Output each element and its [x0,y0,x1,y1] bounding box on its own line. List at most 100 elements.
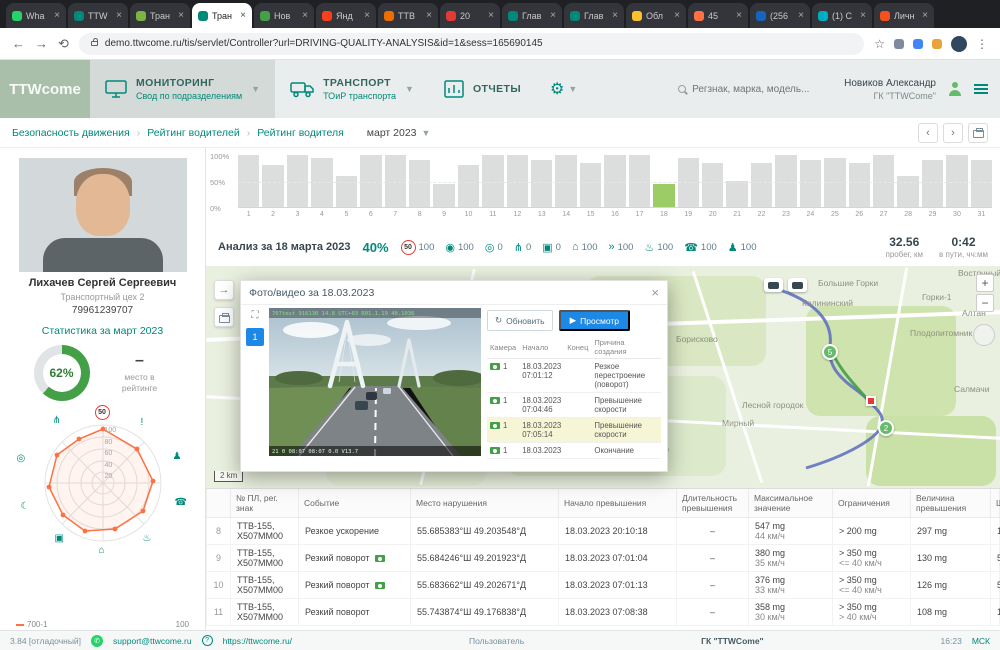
site-link[interactable]: https://ttwcome.ru/ [223,636,292,646]
chart-bar[interactable] [311,156,332,207]
media-row[interactable]: 118.03.202307:04:46Превышение скорости [487,393,661,418]
media-row[interactable]: 118.03.2023Окончание [487,443,661,459]
chart-bar[interactable] [726,156,747,207]
tab-close-icon[interactable]: × [922,10,928,21]
browser-tab[interactable]: Глав× [502,3,562,28]
search-input[interactable] [692,84,832,95]
chart-bar[interactable] [824,156,845,207]
browser-tab[interactable]: Янд× [316,3,376,28]
chart-bar[interactable] [702,156,723,207]
map-print-button[interactable] [214,307,234,327]
media-row[interactable]: 118.03.202307:01:12Резкое перестроение (… [487,359,661,393]
nav-transport[interactable]: ТРАНСПОРТ ТОиР транспорта ▼ [275,60,429,118]
tab-close-icon[interactable]: × [550,10,556,21]
map-expand-button[interactable]: → [214,280,234,300]
violation-row[interactable]: 8ТТВ-155,Х507ММ00Резкое ускорение55.6853… [207,518,1000,545]
violation-marker[interactable] [866,396,876,406]
map-layers-button[interactable] [973,324,995,346]
browser-tab[interactable]: Обл× [626,3,686,28]
browser-tab[interactable]: Глав× [564,3,624,28]
fullscreen-icon[interactable]: ⛶ [252,310,259,321]
driver-phone[interactable]: 79961239707 [0,305,205,316]
chart-bar[interactable] [555,156,576,207]
bookmark-star-icon[interactable]: ☆ [874,37,885,51]
profile-avatar[interactable] [951,36,967,52]
violation-row[interactable]: 10ТТВ-155,Х507ММ00Резкий поворот55.68366… [207,572,1000,599]
chart-bar[interactable] [385,156,406,207]
chart-bar[interactable] [360,156,381,207]
tab-close-icon[interactable]: × [488,10,494,21]
chart-bar[interactable] [458,156,479,207]
chart-bar[interactable] [751,156,772,207]
nav-reports[interactable]: ОТЧЕТЫ [429,60,536,118]
browser-tab[interactable]: ТТВ× [378,3,438,28]
chart-bar[interactable] [873,156,894,207]
chart-bar[interactable] [238,156,259,207]
close-icon[interactable]: × [651,285,659,300]
chart-bar[interactable] [775,156,796,207]
vehicle-marker[interactable] [788,278,807,292]
tab-close-icon[interactable]: × [54,10,60,21]
zoom-in-button[interactable]: + [976,274,994,292]
tab-close-icon[interactable]: × [426,10,432,21]
chart-bar[interactable] [287,156,308,207]
user-info[interactable]: Новиков Александр ГК "TTWCome" [844,78,936,101]
reload-button[interactable]: ⟲ [58,36,69,52]
extension-icon[interactable] [913,39,923,49]
tab-close-icon[interactable]: × [240,10,246,21]
chart-bar[interactable] [433,156,454,207]
vehicle-search[interactable] [678,84,832,95]
chart-bar[interactable] [946,156,967,207]
view-button[interactable]: ▶ Просмотр [559,310,630,331]
chart-bar[interactable] [409,156,430,207]
refresh-button[interactable]: ↻ Обновить [487,310,553,331]
chart-bar[interactable] [653,156,674,207]
browser-tab[interactable]: TTW× [68,3,128,28]
tab-close-icon[interactable]: × [736,10,742,21]
breadcrumb-drivers-rating[interactable]: Рейтинг водителей [147,127,240,139]
breadcrumb-driver-rating[interactable]: Рейтинг водителя [257,127,344,139]
browser-tab[interactable]: (1) С× [812,3,872,28]
browser-tab[interactable]: Тран× [130,3,190,28]
timezone-label[interactable]: МСК [972,636,990,646]
back-button[interactable]: ← [12,36,25,51]
tab-close-icon[interactable]: × [116,10,122,21]
user-icon[interactable] [948,82,962,96]
chart-bar[interactable] [604,156,625,207]
violation-row[interactable]: 9ТТВ-155,Х507ММ00Резкий поворот55.684246… [207,545,1000,572]
chart-bar[interactable] [262,156,283,207]
month-select[interactable]: март 2023 ▼ [367,127,431,139]
breadcrumb-safety[interactable]: Безопасность движения [12,127,130,139]
browser-tab[interactable]: Wha× [6,3,66,28]
tab-close-icon[interactable]: × [798,10,804,21]
support-email-link[interactable]: support@ttwcome.ru [113,636,192,646]
tab-close-icon[interactable]: × [860,10,866,21]
whatsapp-icon[interactable]: ✆ [91,635,103,647]
media-dialog-titlebar[interactable]: Фото/видео за 18.03.2023 × [241,281,667,305]
tab-close-icon[interactable]: × [612,10,618,21]
chart-bar[interactable] [531,156,552,207]
forward-button[interactable]: → [35,36,48,51]
chart-bar[interactable] [897,156,918,207]
print-button[interactable] [968,123,988,143]
help-icon[interactable]: ? [202,635,213,646]
browser-tab[interactable]: Тран× [192,3,252,28]
tab-close-icon[interactable]: × [364,10,370,21]
chart-bar[interactable] [629,156,650,207]
url-bar[interactable]: demo.ttwcome.ru/tis/servlet/Controller?u… [79,33,864,55]
app-logo[interactable]: TTWcome [0,60,90,118]
tab-close-icon[interactable]: × [674,10,680,21]
extension-icon[interactable] [894,39,904,49]
vehicle-marker[interactable] [764,278,783,292]
extension-icon[interactable] [932,39,942,49]
camera-icon[interactable] [375,582,385,589]
camera-icon[interactable] [375,555,385,562]
settings-button[interactable]: ⚙ ▼ [536,60,591,118]
chart-bar[interactable] [800,156,821,207]
chart-bar[interactable] [580,156,601,207]
camera-thumb-1[interactable]: 1 [246,328,264,346]
tab-close-icon[interactable]: × [302,10,308,21]
browser-tab[interactable]: Нов× [254,3,314,28]
chart-bar[interactable] [678,156,699,207]
browser-menu-icon[interactable]: ⋮ [976,37,988,51]
